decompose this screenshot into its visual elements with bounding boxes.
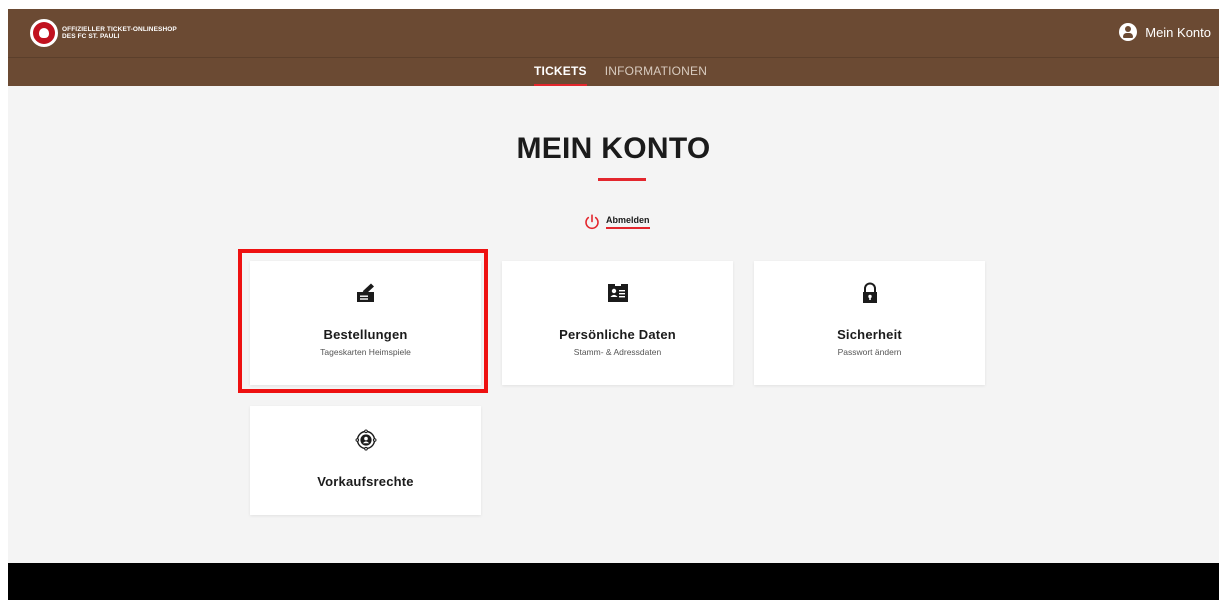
logo-text: OFFIZIELLER TICKET-ONLINESHOP DES FC ST.… (62, 26, 177, 41)
account-main: MEIN KONTO Abmelden Bestellungen Tageska… (8, 86, 1219, 563)
club-crest-icon (30, 19, 58, 47)
card-subtitle: Tageskarten Heimspiele (320, 347, 411, 357)
top-header: OFFIZIELLER TICKET-ONLINESHOP DES FC ST.… (8, 9, 1219, 57)
account-label: Mein Konto (1145, 24, 1211, 40)
nav-tab-informationen[interactable]: INFORMATIONEN (599, 57, 713, 86)
card-persoenliche-daten[interactable]: Persönliche Daten Stamm- & Adressdaten (502, 261, 733, 385)
card-bestellungen[interactable]: Bestellungen Tageskarten Heimspiele (250, 261, 481, 385)
power-icon (585, 214, 599, 230)
logout-label: Abmelden (606, 215, 650, 229)
logo-line-1: OFFIZIELLER TICKET-ONLINESHOP (62, 25, 177, 33)
lock-icon (862, 282, 877, 303)
main-navigation: TICKETS INFORMATIONEN (8, 57, 1219, 86)
card-title: Vorkaufsrechte (317, 474, 414, 489)
page-title: MEIN KONTO (516, 132, 711, 165)
card-sicherheit[interactable]: Sicherheit Passwort ändern (754, 261, 985, 385)
card-title: Sicherheit (837, 327, 902, 342)
title-underline (598, 178, 646, 181)
logout-button[interactable]: Abmelden (584, 214, 650, 230)
user-target-icon (355, 429, 377, 451)
card-title: Persönliche Daten (559, 327, 676, 342)
card-subtitle: Stamm- & Adressdaten (573, 347, 662, 357)
logo-line-2: DES FC ST. PAULI (62, 33, 120, 40)
account-link[interactable]: Mein Konto (1119, 23, 1211, 41)
card-title: Bestellungen (323, 327, 408, 342)
card-vorkaufsrechte[interactable]: Vorkaufsrechte (250, 406, 481, 515)
card-subtitle: Passwort ändern (837, 347, 902, 357)
nav-tab-tickets[interactable]: TICKETS (528, 57, 593, 86)
user-account-icon (1119, 23, 1138, 41)
id-card-icon (607, 283, 628, 302)
shop-logo[interactable]: OFFIZIELLER TICKET-ONLINESHOP DES FC ST.… (30, 13, 177, 53)
ticket-pen-icon (356, 283, 374, 302)
page-footer (8, 563, 1219, 600)
